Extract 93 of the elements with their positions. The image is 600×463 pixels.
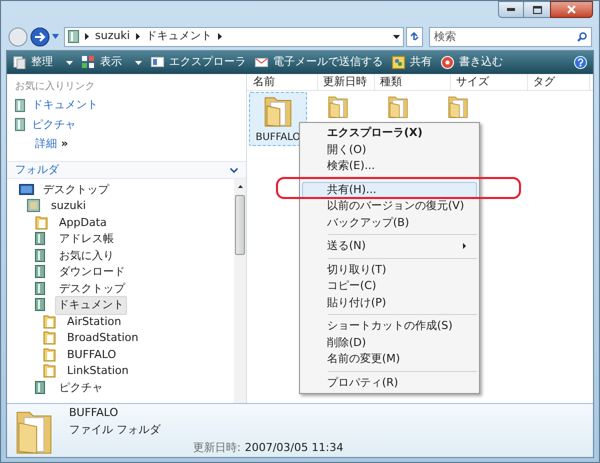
- minimize-button[interactable]: [498, 1, 524, 18]
- tree-item[interactable]: ピクチャ: [55, 378, 107, 397]
- more-glyph[interactable]: »: [61, 136, 68, 152]
- folder-icon: [43, 314, 58, 329]
- dropdown-arrow-icon: [135, 60, 142, 64]
- menu-item[interactable]: 削除(D): [302, 334, 477, 351]
- maximize-button[interactable]: [524, 1, 550, 18]
- tree-item[interactable]: AirStation: [63, 312, 126, 331]
- monitor-icon: [19, 182, 34, 197]
- chevron-right-icon: [136, 33, 140, 40]
- refresh-icon: [409, 31, 420, 42]
- address-bar[interactable]: suzuki ドキュメント: [64, 26, 404, 46]
- toolbar-button[interactable]: 共有: [392, 54, 432, 71]
- tree-item[interactable]: ドキュメント: [55, 296, 127, 314]
- folders-header[interactable]: フォルダ: [7, 161, 246, 179]
- tree-item[interactable]: ダウンロード: [55, 263, 129, 282]
- toolbar-button[interactable]: 表示: [82, 54, 142, 71]
- folders-title: フォルダ: [15, 162, 59, 178]
- tree-item[interactable]: LinkStation: [63, 362, 133, 380]
- toolbar-button[interactable]: 書き込む: [441, 54, 503, 71]
- tree-item[interactable]: デスクトップ: [39, 180, 113, 199]
- file-name: BUFFALO: [256, 131, 300, 145]
- toolbar-button[interactable]: 整理: [13, 54, 73, 71]
- search-icon: [577, 32, 587, 42]
- more-link[interactable]: 詳細: [35, 136, 57, 152]
- dropdown-arrow-icon: [66, 60, 73, 64]
- folder-icon: [35, 216, 50, 230]
- folder-icon: [43, 364, 58, 378]
- library-icon: [68, 30, 79, 43]
- item-type: ファイル フォルダ: [69, 422, 162, 438]
- menu-item[interactable]: 共有(H)...: [302, 182, 477, 198]
- modified-value: 2007/03/05 11:34: [244, 440, 344, 456]
- toolbar-button[interactable]: 電子メールで送信する: [255, 54, 383, 71]
- menu-item[interactable]: 検索(E)...: [302, 158, 477, 174]
- envelope-icon: [255, 56, 268, 69]
- window-icon: [151, 56, 164, 69]
- tree-item[interactable]: BUFFALO: [63, 346, 120, 364]
- scroll-up-icon[interactable]: [238, 185, 242, 188]
- tree-item[interactable]: suzuki: [47, 197, 90, 216]
- library-icon: [15, 98, 25, 112]
- menu-item[interactable]: 貼り付け(P): [302, 294, 477, 311]
- people-icon: [392, 56, 405, 69]
- close-button[interactable]: [550, 1, 593, 18]
- favorite-link[interactable]: ドキュメント: [32, 97, 98, 114]
- view-grid-icon: [82, 56, 95, 69]
- dropdown-arrow-icon[interactable]: [393, 34, 400, 38]
- library-icon: [15, 118, 25, 132]
- tree-item[interactable]: お気に入り: [55, 246, 118, 265]
- favorite-link[interactable]: ピクチャ: [32, 116, 76, 133]
- folder-icon: [43, 348, 58, 362]
- chevron-down-icon: [230, 168, 238, 172]
- scrollbar-thumb[interactable]: [235, 195, 245, 255]
- tree-item[interactable]: AppData: [55, 214, 111, 232]
- scrollbar[interactable]: [234, 179, 246, 403]
- column-header[interactable]: 名前: [248, 74, 318, 90]
- folder-icon: [43, 331, 58, 346]
- tree-item[interactable]: BroadStation: [63, 329, 142, 348]
- pages-icon: [13, 56, 26, 69]
- forward-button[interactable]: [30, 26, 50, 46]
- search-field[interactable]: 検索: [429, 26, 592, 46]
- maximize-icon: [532, 6, 542, 14]
- column-header[interactable]: 種類: [375, 74, 451, 90]
- breadcrumb[interactable]: ドキュメント: [146, 28, 212, 45]
- toolbar-button[interactable]: エクスプローラ: [151, 54, 246, 71]
- submenu-arrow-icon: [463, 243, 466, 250]
- column-header[interactable]: タグ: [528, 74, 590, 90]
- column-header[interactable]: サイズ: [451, 74, 528, 90]
- menu-item[interactable]: 以前のバージョンの復元(V): [302, 198, 477, 214]
- help-icon[interactable]: [574, 56, 587, 69]
- menu-item[interactable]: コピー(C): [302, 278, 477, 294]
- chevron-right-icon: [85, 33, 89, 40]
- tree-item[interactable]: デスクトップ: [55, 280, 129, 298]
- close-icon: [567, 5, 576, 14]
- history-dropdown-icon[interactable]: [52, 34, 59, 39]
- item-name: BUFFALO: [69, 404, 120, 421]
- menu-item[interactable]: 送る(N): [302, 238, 477, 254]
- tree-item[interactable]: アドレス帳: [55, 230, 118, 248]
- refresh-button[interactable]: [406, 26, 423, 46]
- user-folder-icon: [27, 199, 42, 214]
- file-tile[interactable]: BUFFALO: [249, 92, 307, 146]
- favorites-heading: お気に入りリンク: [15, 80, 96, 94]
- menu-item[interactable]: 名前の変更(M): [302, 351, 477, 368]
- minimize-icon: [507, 8, 515, 11]
- breadcrumb[interactable]: suzuki: [95, 28, 130, 45]
- menu-item[interactable]: バックアップ(B): [302, 214, 477, 231]
- menu-item[interactable]: プロパティ(R): [302, 374, 477, 391]
- menu-item[interactable]: ショートカットの作成(S): [302, 318, 477, 334]
- folder-icon: [262, 95, 294, 128]
- modified-label: 更新日時:: [193, 440, 241, 456]
- column-header[interactable]: 更新日時: [318, 74, 375, 90]
- menu-item[interactable]: 切り取り(T): [302, 262, 477, 278]
- chevron-right-icon: [218, 33, 222, 40]
- disc-icon: [441, 56, 454, 69]
